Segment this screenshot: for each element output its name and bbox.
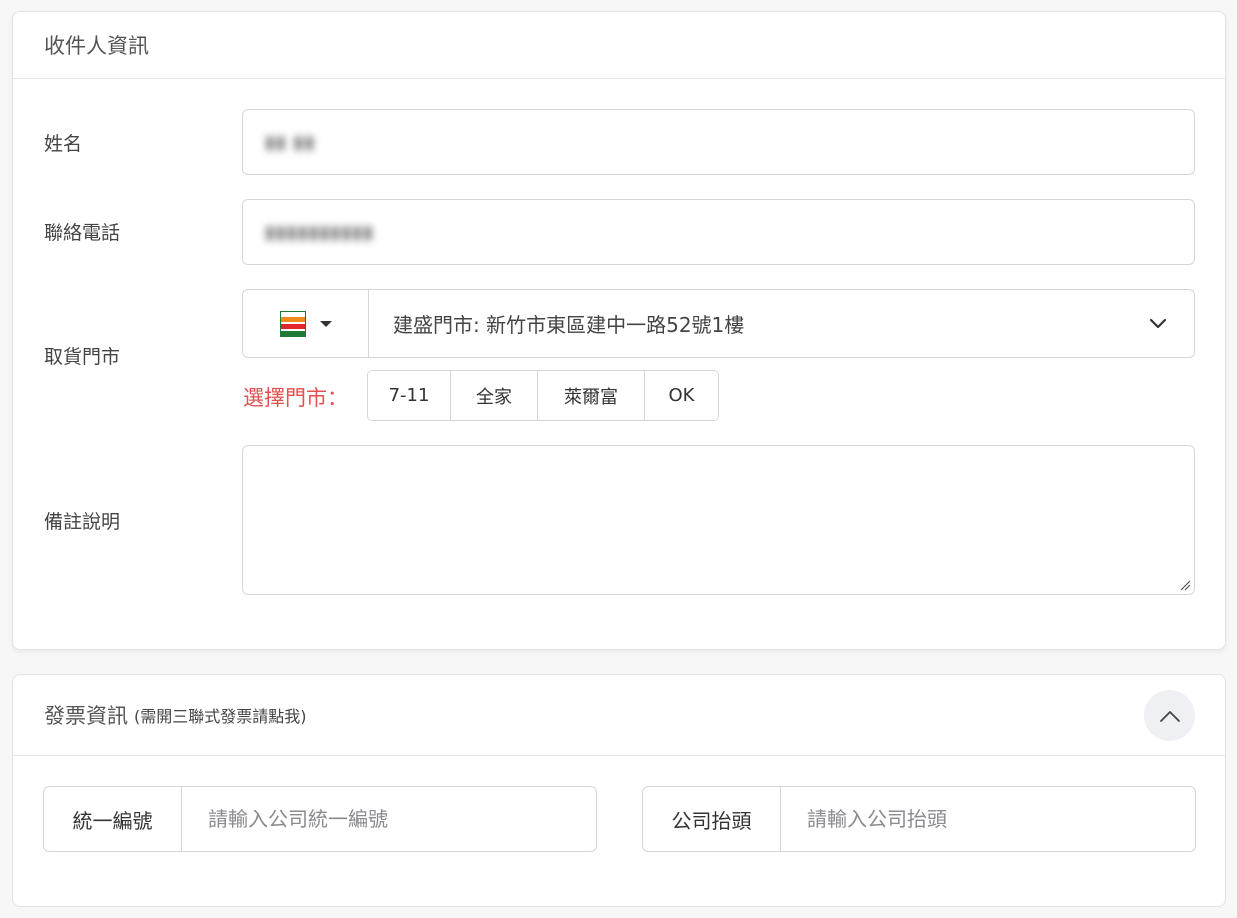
store-label: 取貨門市 — [44, 346, 121, 368]
caret-down-icon — [319, 320, 332, 327]
name-input[interactable]: ▮▮ ▮▮ — [242, 109, 1195, 175]
store-brand-picker[interactable] — [243, 290, 369, 357]
tax-id-input[interactable] — [182, 787, 596, 851]
company-title-group: 公司抬頭 — [642, 786, 1196, 852]
note-label: 備註說明 — [44, 511, 121, 533]
invoice-title-note[interactable]: (需開三聯式發票請點我) — [134, 703, 307, 727]
chevron-down-icon — [1149, 318, 1167, 328]
tax-id-group: 統一編號 — [43, 786, 597, 852]
choose-store-label: 選擇門市： — [243, 386, 348, 410]
seven-eleven-logo-icon — [279, 310, 306, 337]
name-value: ▮▮ ▮▮ — [265, 131, 316, 153]
invoice-title: 發票資訊 — [44, 704, 128, 728]
store-button-hilife[interactable]: 萊爾富 — [538, 371, 645, 420]
invoice-card: 發票資訊 (需開三聯式發票請點我) 統一編號 公司抬頭 — [12, 674, 1226, 907]
collapse-button[interactable] — [1144, 690, 1195, 741]
chevron-up-icon — [1159, 710, 1180, 722]
phone-label: 聯絡電話 — [44, 222, 121, 244]
tax-id-label: 統一編號 — [44, 787, 182, 851]
resize-handle-icon[interactable] — [1179, 579, 1191, 591]
store-brand-buttons: 7-11 全家 萊爾富 OK — [367, 370, 719, 421]
company-title-input[interactable] — [781, 787, 1195, 851]
invoice-card-header[interactable]: 發票資訊 (需開三聯式發票請點我) — [13, 675, 1225, 756]
store-select[interactable]: 建盛門市: 新竹市東區建中一路52號1樓 — [242, 289, 1195, 358]
note-textarea[interactable] — [242, 445, 1195, 595]
recipient-card: 收件人資訊 姓名 ▮▮ ▮▮ 聯絡電話 ▮▮▮▮▮▮▮▮▮▮ 取貨門市 建盛門市… — [12, 11, 1226, 650]
store-value: 建盛門市: 新竹市東區建中一路52號1樓 — [393, 313, 745, 337]
name-label: 姓名 — [44, 133, 83, 155]
store-button-711[interactable]: 7-11 — [368, 371, 451, 420]
recipient-card-header: 收件人資訊 — [13, 12, 1225, 79]
phone-value: ▮▮▮▮▮▮▮▮▮▮ — [265, 221, 375, 243]
store-button-familymart[interactable]: 全家 — [451, 371, 538, 420]
phone-input[interactable]: ▮▮▮▮▮▮▮▮▮▮ — [242, 199, 1195, 265]
recipient-title: 收件人資訊 — [44, 34, 149, 58]
company-title-label: 公司抬頭 — [643, 787, 781, 851]
store-button-ok[interactable]: OK — [645, 371, 718, 420]
store-dropdown-toggle[interactable] — [1122, 290, 1194, 357]
